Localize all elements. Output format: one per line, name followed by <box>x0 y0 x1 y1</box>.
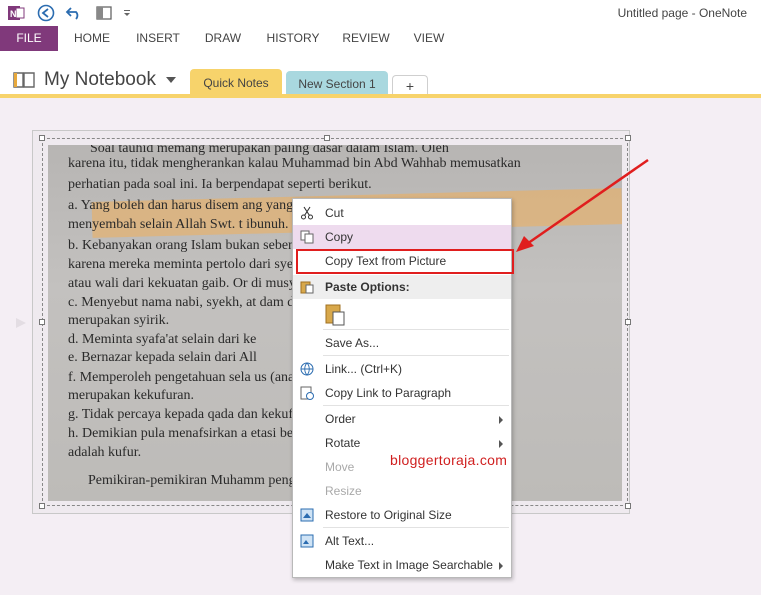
annotation-highlight-box <box>296 249 514 274</box>
menu-separator <box>323 405 509 406</box>
link-paragraph-icon <box>299 385 315 401</box>
menu-item-alt-text[interactable]: Alt Text... <box>293 529 511 553</box>
menu-item-order[interactable]: Order <box>293 407 511 431</box>
menu-header-paste-options: Paste Options: <box>293 275 511 299</box>
scissors-icon <box>299 205 315 221</box>
menu-item-resize: Resize <box>325 484 362 498</box>
title-bar: N Untitled page - OneNote <box>0 0 761 26</box>
resize-handle[interactable] <box>324 135 330 141</box>
tab-insert[interactable]: INSERT <box>130 26 186 51</box>
menu-separator <box>323 527 509 528</box>
menu-item-restore-original-size[interactable]: Restore to Original Size <box>293 503 511 527</box>
page-marker-icon <box>16 318 26 328</box>
link-icon <box>299 361 315 377</box>
resize-handle[interactable] <box>39 135 45 141</box>
chevron-down-icon[interactable] <box>166 77 176 83</box>
section-tab-quick-notes[interactable]: Quick Notes <box>190 69 282 97</box>
submenu-arrow-icon <box>499 440 503 448</box>
menu-item-copy[interactable]: Copy <box>293 225 511 249</box>
resize-handle[interactable] <box>625 319 631 325</box>
dock-to-desktop-icon[interactable] <box>94 2 114 24</box>
resize-handle[interactable] <box>39 319 45 325</box>
back-icon[interactable] <box>36 2 56 24</box>
menu-item-link[interactable]: Link... (Ctrl+K) <box>293 357 511 381</box>
ribbon-tabs: FILE HOME INSERT DRAW HISTORY REVIEW VIE… <box>0 26 761 51</box>
tab-draw[interactable]: DRAW <box>198 26 248 51</box>
notebook-name[interactable]: My Notebook <box>44 69 156 91</box>
customize-toolbar-icon[interactable] <box>122 2 132 24</box>
resize-handle[interactable] <box>625 135 631 141</box>
copy-icon <box>299 229 315 245</box>
menu-item-copy-link-to-paragraph[interactable]: Copy Link to Paragraph <box>293 381 511 405</box>
paste-icon <box>299 279 315 295</box>
menu-separator <box>323 355 509 356</box>
tab-view[interactable]: VIEW <box>408 26 450 51</box>
menu-item-make-text-searchable[interactable]: Make Text in Image Searchable <box>293 553 511 577</box>
notebook-bar: My Notebook Quick Notes New Section 1 + <box>0 51 761 97</box>
restore-size-icon <box>299 507 315 523</box>
annotation-arrow-icon <box>516 158 649 252</box>
menu-item-cut[interactable]: Cut <box>293 201 511 225</box>
submenu-arrow-icon <box>499 416 503 424</box>
tab-home[interactable]: HOME <box>66 26 118 51</box>
svg-text:N: N <box>10 9 17 19</box>
onenote-logo-icon: N <box>6 2 26 24</box>
watermark-text: bloggertoraja.com <box>390 452 508 468</box>
undo-icon[interactable] <box>64 2 84 24</box>
notebook-icon <box>12 71 36 92</box>
tab-history[interactable]: HISTORY <box>262 26 324 51</box>
menu-separator <box>323 329 509 330</box>
resize-handle[interactable] <box>39 503 45 509</box>
menu-item-save-as[interactable]: Save As... <box>293 331 511 355</box>
submenu-arrow-icon <box>499 562 503 570</box>
tab-review[interactable]: REVIEW <box>338 26 394 51</box>
tab-file[interactable]: FILE <box>0 26 58 51</box>
resize-handle[interactable] <box>625 503 631 509</box>
window-title: Untitled page - OneNote <box>617 6 747 20</box>
alt-text-icon <box>299 533 315 549</box>
paste-keep-source-icon[interactable] <box>323 303 347 327</box>
